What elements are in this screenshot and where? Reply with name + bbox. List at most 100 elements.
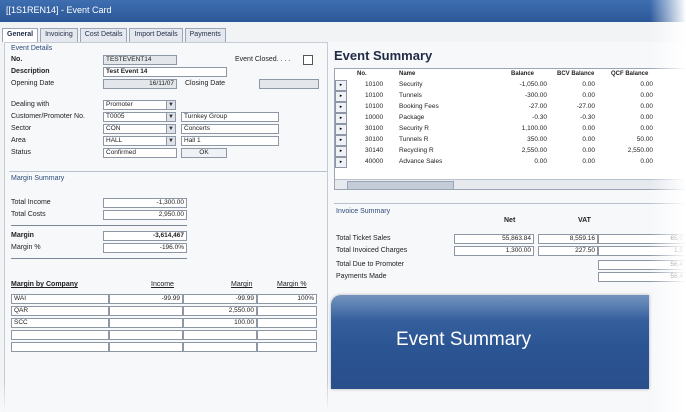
payments-made-label: Payments Made bbox=[336, 273, 387, 280]
bcv-balance-column-header[interactable]: BCV Balance bbox=[557, 69, 594, 79]
name-column-header[interactable]: Name bbox=[399, 69, 415, 79]
margin-pct-cell bbox=[257, 342, 317, 352]
balance-column-header[interactable]: Balance bbox=[511, 69, 534, 79]
bcv-cell: 0.00 bbox=[582, 81, 595, 88]
no-cell: 30100 bbox=[365, 125, 384, 132]
no-cell: 10000 bbox=[365, 114, 384, 121]
vat-cell: 227.50 bbox=[538, 246, 598, 256]
no-cell: 10100 bbox=[365, 92, 384, 99]
bcv-cell: -27.00 bbox=[576, 103, 595, 110]
lookup-arrow-icon[interactable]: ▼ bbox=[166, 136, 176, 146]
bcv-cell: 0.00 bbox=[582, 158, 595, 165]
divider bbox=[9, 171, 327, 172]
general-form: Event Details No. TESTEVENT14 Event Clos… bbox=[4, 42, 328, 412]
row-selector[interactable]: ▸ bbox=[335, 80, 347, 91]
opening-date-field[interactable]: 16/11/07 bbox=[103, 79, 177, 89]
income-cell bbox=[109, 306, 183, 316]
qcf-balance-column-header[interactable]: QCF Balance bbox=[611, 69, 648, 79]
window-title: [[1S1REN14] - Event Card bbox=[6, 5, 112, 15]
company-cell bbox=[11, 330, 109, 340]
dropdown-arrow-icon[interactable]: ▼ bbox=[166, 100, 176, 110]
bcv-cell: 0.00 bbox=[582, 92, 595, 99]
margin-cell: 100.00 bbox=[183, 318, 257, 328]
row-selector[interactable]: ▸ bbox=[335, 91, 347, 102]
net-cell: 1,300.00 bbox=[454, 246, 534, 256]
total-costs-field: 2,950.00 bbox=[103, 210, 187, 220]
tab-general[interactable]: General bbox=[2, 28, 39, 42]
event-summary-grid[interactable]: No. Name Balance BCV Balance QCF Balance… bbox=[334, 68, 686, 190]
net-column-header: Net bbox=[504, 217, 516, 224]
margin-cell bbox=[183, 342, 257, 352]
margin-cell bbox=[183, 330, 257, 340]
company-cell: WAI bbox=[11, 294, 109, 304]
divider bbox=[11, 225, 187, 226]
company-cell: SCC bbox=[11, 318, 109, 328]
tab-import-details[interactable]: Import Details bbox=[129, 28, 183, 42]
income-cell bbox=[109, 330, 183, 340]
total-income-field: -1,300.00 bbox=[103, 198, 187, 208]
margin-pct-field: -196.0% bbox=[103, 243, 187, 253]
tab-strip: General Invoicing Cost Details Import De… bbox=[2, 28, 228, 42]
divider bbox=[334, 203, 686, 204]
margin-pct-cell bbox=[257, 330, 317, 340]
customer-promoter-field[interactable]: T0005 bbox=[103, 112, 167, 122]
closing-date-field[interactable] bbox=[259, 79, 319, 89]
balance-cell: 2,550.00 bbox=[521, 147, 547, 154]
status-label: Status bbox=[11, 149, 31, 156]
row-selector[interactable]: ▸ bbox=[335, 102, 347, 113]
no-cell: 10100 bbox=[365, 81, 384, 88]
vat-column-header: VAT bbox=[578, 217, 591, 224]
bcv-cell: 0.00 bbox=[582, 147, 595, 154]
no-cell: 40000 bbox=[365, 158, 384, 165]
status-field[interactable]: Confirmed bbox=[103, 148, 177, 158]
event-closed-label: Event Closed. . . . bbox=[235, 56, 291, 63]
name-cell: Security R bbox=[399, 125, 429, 132]
income-cell: -99.99 bbox=[109, 294, 183, 304]
no-column-header[interactable]: No. bbox=[357, 69, 367, 79]
total-income-label: Total Income bbox=[11, 199, 51, 206]
income-column-header: Income bbox=[151, 281, 174, 288]
balance-cell: 350.00 bbox=[527, 136, 547, 143]
horizontal-scrollbar[interactable] bbox=[335, 179, 686, 190]
lookup-arrow-icon[interactable]: ▼ bbox=[166, 112, 176, 122]
bcv-cell: 0.00 bbox=[582, 136, 595, 143]
balance-cell: -27.00 bbox=[528, 103, 547, 110]
sector-field[interactable]: CON bbox=[103, 124, 167, 134]
no-cell: 30100 bbox=[365, 136, 384, 143]
qcf-cell: 0.00 bbox=[640, 125, 653, 132]
dealing-with-label: Dealing with bbox=[11, 101, 50, 108]
area-field[interactable]: HALL bbox=[103, 136, 167, 146]
total-invoiced-charges-label: Total Invoiced Charges bbox=[336, 247, 408, 254]
total-costs-label: Total Costs bbox=[11, 211, 46, 218]
status-ok-button[interactable]: OK bbox=[181, 148, 227, 158]
scrollbar-thumb[interactable] bbox=[347, 181, 454, 190]
name-cell: Tunnels R bbox=[399, 136, 429, 143]
total-due-to-promoter-label: Total Due to Promoter bbox=[336, 261, 405, 268]
row-selector[interactable]: ▸ bbox=[335, 157, 347, 168]
row-selector[interactable]: ▸ bbox=[335, 135, 347, 146]
tab-payments[interactable]: Payments bbox=[184, 28, 226, 42]
tab-cost-details[interactable]: Cost Details bbox=[79, 28, 128, 42]
no-field[interactable]: TESTEVENT14 bbox=[103, 55, 177, 65]
area-name-field: Hall 1 bbox=[181, 136, 279, 146]
description-field[interactable]: Test Event 14 bbox=[103, 67, 227, 77]
margin-pct-label: Margin % bbox=[11, 244, 41, 251]
margin-summary-group-label: Margin Summary bbox=[11, 175, 65, 182]
row-selector[interactable]: ▸ bbox=[335, 113, 347, 124]
title-bar: [[1S1REN14] - Event Card bbox=[0, 0, 686, 22]
dealing-with-select[interactable]: Promoter bbox=[103, 100, 167, 110]
event-closed-checkbox[interactable] bbox=[303, 55, 313, 65]
tab-invoicing[interactable]: Invoicing bbox=[40, 28, 78, 42]
name-cell: Recycling R bbox=[399, 147, 434, 154]
qcf-cell: 0.00 bbox=[640, 92, 653, 99]
margin-field: -3,614,467 bbox=[103, 231, 187, 241]
no-cell: 10100 bbox=[365, 103, 384, 110]
event-summary-title: Event Summary bbox=[334, 48, 433, 63]
row-selector[interactable]: ▸ bbox=[335, 146, 347, 157]
margin-cell: -99.99 bbox=[183, 294, 257, 304]
qcf-cell: 0.00 bbox=[640, 114, 653, 121]
lookup-arrow-icon[interactable]: ▼ bbox=[166, 124, 176, 134]
row-selector[interactable]: ▸ bbox=[335, 124, 347, 135]
caption-banner: Event Summary bbox=[331, 295, 649, 389]
margin-pct-cell bbox=[257, 318, 317, 328]
